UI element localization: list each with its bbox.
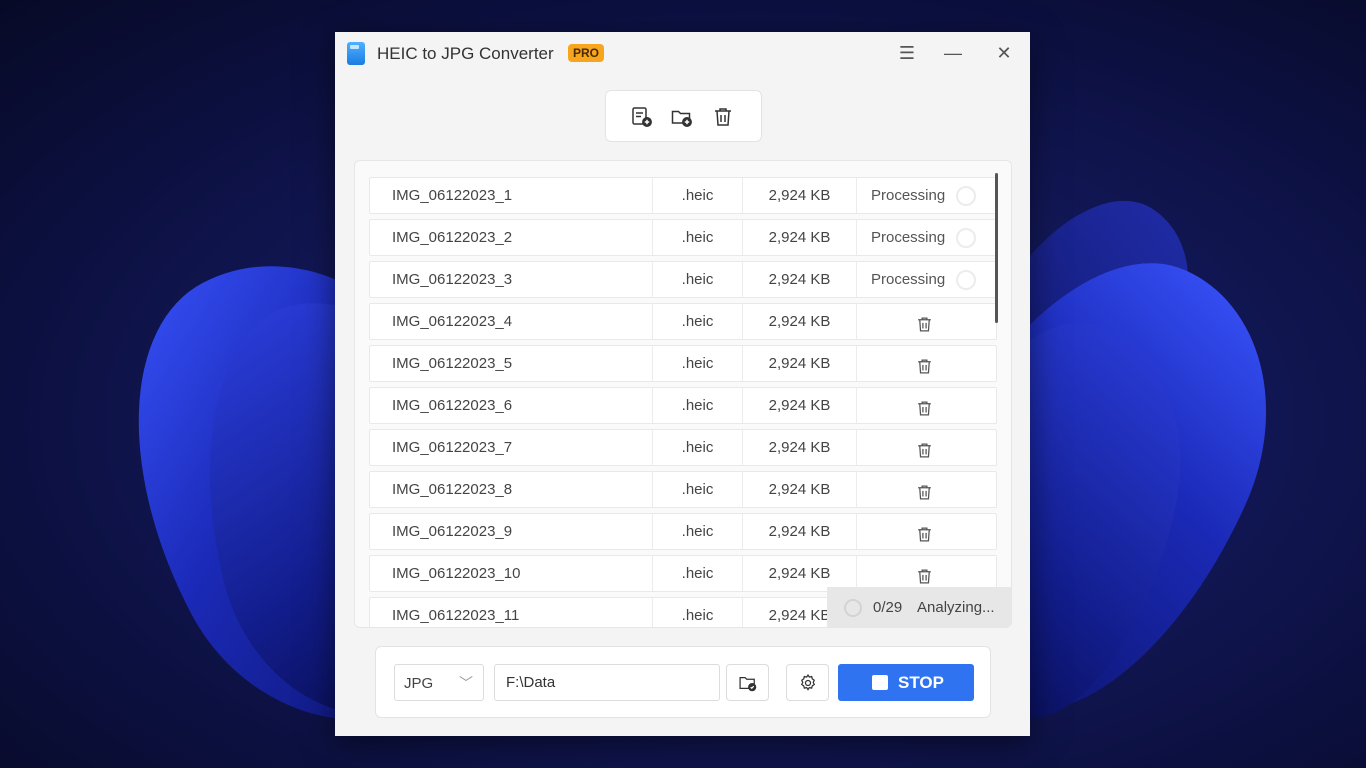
file-row[interactable]: IMG_06122023_3 .heic 2,924 KB Processing	[369, 261, 997, 298]
file-status-cell: Processing	[856, 220, 998, 255]
progress-count: 0/29	[873, 599, 903, 616]
file-row[interactable]: IMG_06122023_5 .heic 2,924 KB	[369, 345, 997, 382]
file-extension: .heic	[652, 178, 742, 213]
row-status: Processing	[871, 187, 946, 204]
file-extension: .heic	[652, 346, 742, 381]
file-name: IMG_06122023_8	[392, 481, 513, 498]
file-size: 2,924 KB	[742, 304, 856, 339]
processing-spinner-icon	[956, 228, 976, 248]
close-icon[interactable]: ✕	[990, 40, 1018, 66]
file-toolbar	[605, 90, 762, 142]
row-status: Processing	[871, 271, 946, 288]
file-size: 2,924 KB	[742, 514, 856, 549]
file-row[interactable]: IMG_06122023_4 .heic 2,924 KB	[369, 303, 997, 340]
file-extension: .heic	[652, 514, 742, 549]
menu-icon[interactable]: ☰	[893, 40, 921, 66]
format-value: JPG	[404, 675, 434, 692]
file-status-cell	[856, 304, 998, 339]
file-status-cell	[856, 388, 998, 423]
file-status-cell	[856, 514, 998, 549]
file-name: IMG_06122023_7	[392, 439, 513, 456]
file-name: IMG_06122023_11	[392, 607, 520, 624]
delete-row-trash-icon[interactable]	[915, 396, 934, 416]
file-row[interactable]: IMG_06122023_6 .heic 2,924 KB	[369, 387, 997, 424]
progress-status: Analyzing...	[917, 599, 995, 616]
stop-icon	[872, 675, 888, 690]
delete-row-trash-icon[interactable]	[915, 354, 934, 374]
file-status-cell	[856, 430, 998, 465]
file-status-cell	[856, 346, 998, 381]
stop-label: STOP	[898, 673, 944, 692]
file-name: IMG_06122023_4	[392, 313, 513, 330]
file-name: IMG_06122023_6	[392, 397, 513, 414]
file-status-cell: Processing	[856, 178, 998, 213]
title-bar: HEIC to JPG Converter PRO ☰ — ✕	[335, 32, 1030, 76]
file-extension: .heic	[652, 556, 742, 591]
app-window: HEIC to JPG Converter PRO ☰ — ✕ IMG_0612…	[335, 32, 1030, 736]
browse-folder-button[interactable]	[726, 664, 769, 701]
pro-badge[interactable]: PRO	[568, 44, 605, 62]
delete-row-trash-icon[interactable]	[915, 438, 934, 458]
settings-button[interactable]	[786, 664, 829, 701]
file-extension: .heic	[652, 388, 742, 423]
file-row[interactable]: IMG_06122023_8 .heic 2,924 KB	[369, 471, 997, 508]
minimize-icon[interactable]: —	[939, 40, 967, 66]
file-name: IMG_06122023_1	[392, 187, 513, 204]
analysis-progress: 0/29 Analyzing...	[827, 587, 1011, 627]
file-row[interactable]: IMG_06122023_2 .heic 2,924 KB Processing	[369, 219, 997, 256]
file-extension: .heic	[652, 472, 742, 507]
file-status-cell	[856, 556, 998, 591]
add-file-icon[interactable]	[630, 105, 654, 129]
output-path-input[interactable]	[494, 664, 720, 701]
file-size: 2,924 KB	[742, 178, 856, 213]
file-name: IMG_06122023_2	[392, 229, 513, 246]
file-extension: .heic	[652, 304, 742, 339]
file-row[interactable]: IMG_06122023_1 .heic 2,924 KB Processing	[369, 177, 997, 214]
file-size: 2,924 KB	[742, 472, 856, 507]
delete-row-trash-icon[interactable]	[915, 522, 934, 542]
file-extension: .heic	[652, 262, 742, 297]
app-title: HEIC to JPG Converter	[377, 44, 554, 63]
file-extension: .heic	[652, 598, 742, 627]
delete-row-trash-icon[interactable]	[915, 312, 934, 332]
file-size: 2,924 KB	[742, 220, 856, 255]
file-name: IMG_06122023_10	[392, 565, 521, 582]
file-size: 2,924 KB	[742, 430, 856, 465]
stop-button[interactable]: STOP	[838, 664, 974, 701]
file-row[interactable]: IMG_06122023_9 .heic 2,924 KB	[369, 513, 997, 550]
add-folder-icon[interactable]	[670, 105, 694, 129]
file-extension: .heic	[652, 220, 742, 255]
chevron-down-icon: ﹀	[459, 675, 473, 691]
file-name: IMG_06122023_3	[392, 271, 513, 288]
file-status-cell	[856, 472, 998, 507]
file-status-cell: Processing	[856, 262, 998, 297]
file-row[interactable]: IMG_06122023_7 .heic 2,924 KB	[369, 429, 997, 466]
processing-spinner-icon	[956, 186, 976, 206]
list-scrollbar[interactable]	[995, 173, 998, 323]
file-size: 2,924 KB	[742, 346, 856, 381]
gear-icon	[800, 673, 816, 691]
file-size: 2,924 KB	[742, 556, 856, 591]
clear-all-trash-icon[interactable]	[711, 105, 735, 129]
delete-row-trash-icon[interactable]	[915, 564, 934, 584]
app-logo-icon	[347, 42, 365, 65]
folder-open-icon	[739, 676, 757, 692]
file-extension: .heic	[652, 430, 742, 465]
delete-row-trash-icon[interactable]	[915, 480, 934, 500]
progress-spinner-icon	[844, 599, 862, 617]
file-name: IMG_06122023_5	[392, 355, 513, 372]
row-status: Processing	[871, 229, 946, 246]
processing-spinner-icon	[956, 270, 976, 290]
file-size: 2,924 KB	[742, 262, 856, 297]
file-list-panel: IMG_06122023_1 .heic 2,924 KB Processing IMG…	[354, 160, 1012, 628]
file-name: IMG_06122023_9	[392, 523, 513, 540]
format-select[interactable]: JPG ﹀	[394, 664, 484, 701]
output-bar: JPG ﹀ STOP	[375, 646, 991, 718]
file-list: IMG_06122023_1 .heic 2,924 KB Processing IMG…	[369, 177, 998, 627]
file-size: 2,924 KB	[742, 388, 856, 423]
